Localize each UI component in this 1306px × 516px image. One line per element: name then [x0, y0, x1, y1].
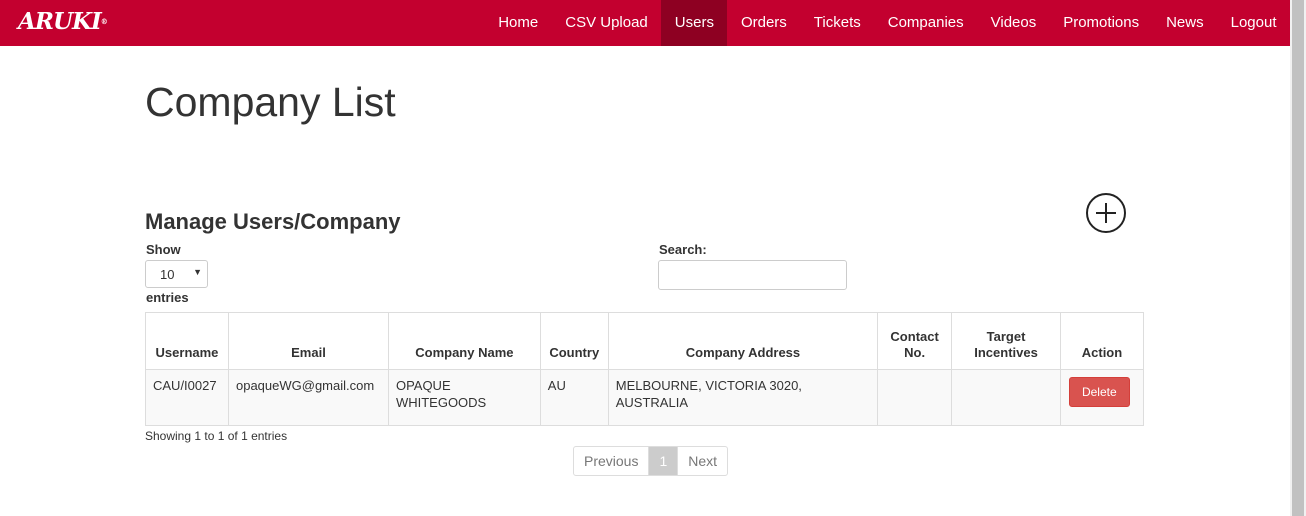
nav-item-news[interactable]: News [1153, 0, 1218, 46]
entries-label: entries [146, 290, 189, 305]
pagination: Previous 1 Next [573, 446, 729, 476]
page-title: Company List [145, 79, 396, 125]
search-label: Search: [659, 242, 707, 257]
cell-username: CAU/I0027 [145, 369, 229, 426]
nav-item-logout[interactable]: Logout [1217, 0, 1290, 46]
registered-mark: ® [100, 17, 108, 26]
pagination-page-1[interactable]: 1 [649, 447, 678, 475]
nav-item-companies[interactable]: Companies [874, 0, 977, 46]
column-header-username[interactable]: Username [145, 312, 229, 370]
nav-item-users[interactable]: Users [661, 0, 728, 46]
nav-item-videos[interactable]: Videos [977, 0, 1050, 46]
nav-item-orders[interactable]: Orders [727, 0, 800, 46]
brand-logo[interactable]: ARUKI® [18, 8, 108, 35]
chevron-down-icon: ▼ [193, 267, 202, 277]
cell-email: opaqueWG@gmail.com [227, 369, 389, 426]
cell-contact-no [877, 369, 953, 426]
column-header-company-address[interactable]: Company Address [607, 312, 879, 370]
cell-country: AU [539, 369, 609, 426]
column-header-country[interactable]: Country [539, 312, 609, 370]
cell-target-incentives [951, 369, 1061, 426]
delete-button[interactable]: Delete [1068, 377, 1130, 407]
search-input[interactable] [658, 260, 847, 290]
vertical-scrollbar-thumb[interactable] [1292, 0, 1304, 516]
company-table: Username Email Company Name Country Comp… [145, 312, 1145, 426]
logo-text: ARUKI [18, 8, 102, 35]
nav-item-home[interactable]: Home [485, 0, 552, 46]
table-info: Showing 1 to 1 of 1 entries [145, 429, 288, 443]
section-title: Manage Users/Company [145, 209, 401, 234]
nav-links: Home CSV Upload Users Orders Tickets Com… [485, 0, 1290, 46]
top-navbar: ARUKI® Home CSV Upload Users Orders Tick… [0, 0, 1290, 46]
column-header-contact-no[interactable]: Contact No. [877, 312, 953, 370]
pagination-previous[interactable]: Previous [574, 447, 650, 475]
pagination-next[interactable]: Next [677, 447, 727, 475]
table-row: CAU/I0027 opaqueWG@gmail.com OPAQUE WHIT… [145, 369, 1145, 426]
cell-company-name: OPAQUE WHITEGOODS [387, 369, 541, 426]
nav-item-csv-upload[interactable]: CSV Upload [552, 0, 662, 46]
nav-item-tickets[interactable]: Tickets [800, 0, 874, 46]
cell-company-address: MELBOURNE, VICTORIA 3020, AUSTRALIA [607, 369, 879, 426]
column-header-email[interactable]: Email [227, 312, 389, 370]
entries-length-value: 10 [160, 267, 175, 282]
show-label: Show [146, 242, 181, 257]
cell-action: Delete [1059, 369, 1145, 426]
column-header-company-name[interactable]: Company Name [387, 312, 541, 370]
nav-item-promotions[interactable]: Promotions [1050, 0, 1153, 46]
entries-length-select[interactable]: 10 ▼ [145, 260, 208, 288]
column-header-target-incentives[interactable]: Target Incentives [951, 312, 1061, 370]
add-company-button[interactable] [1086, 193, 1126, 233]
column-header-action: Action [1059, 312, 1145, 370]
table-header-row: Username Email Company Name Country Comp… [145, 312, 1145, 370]
